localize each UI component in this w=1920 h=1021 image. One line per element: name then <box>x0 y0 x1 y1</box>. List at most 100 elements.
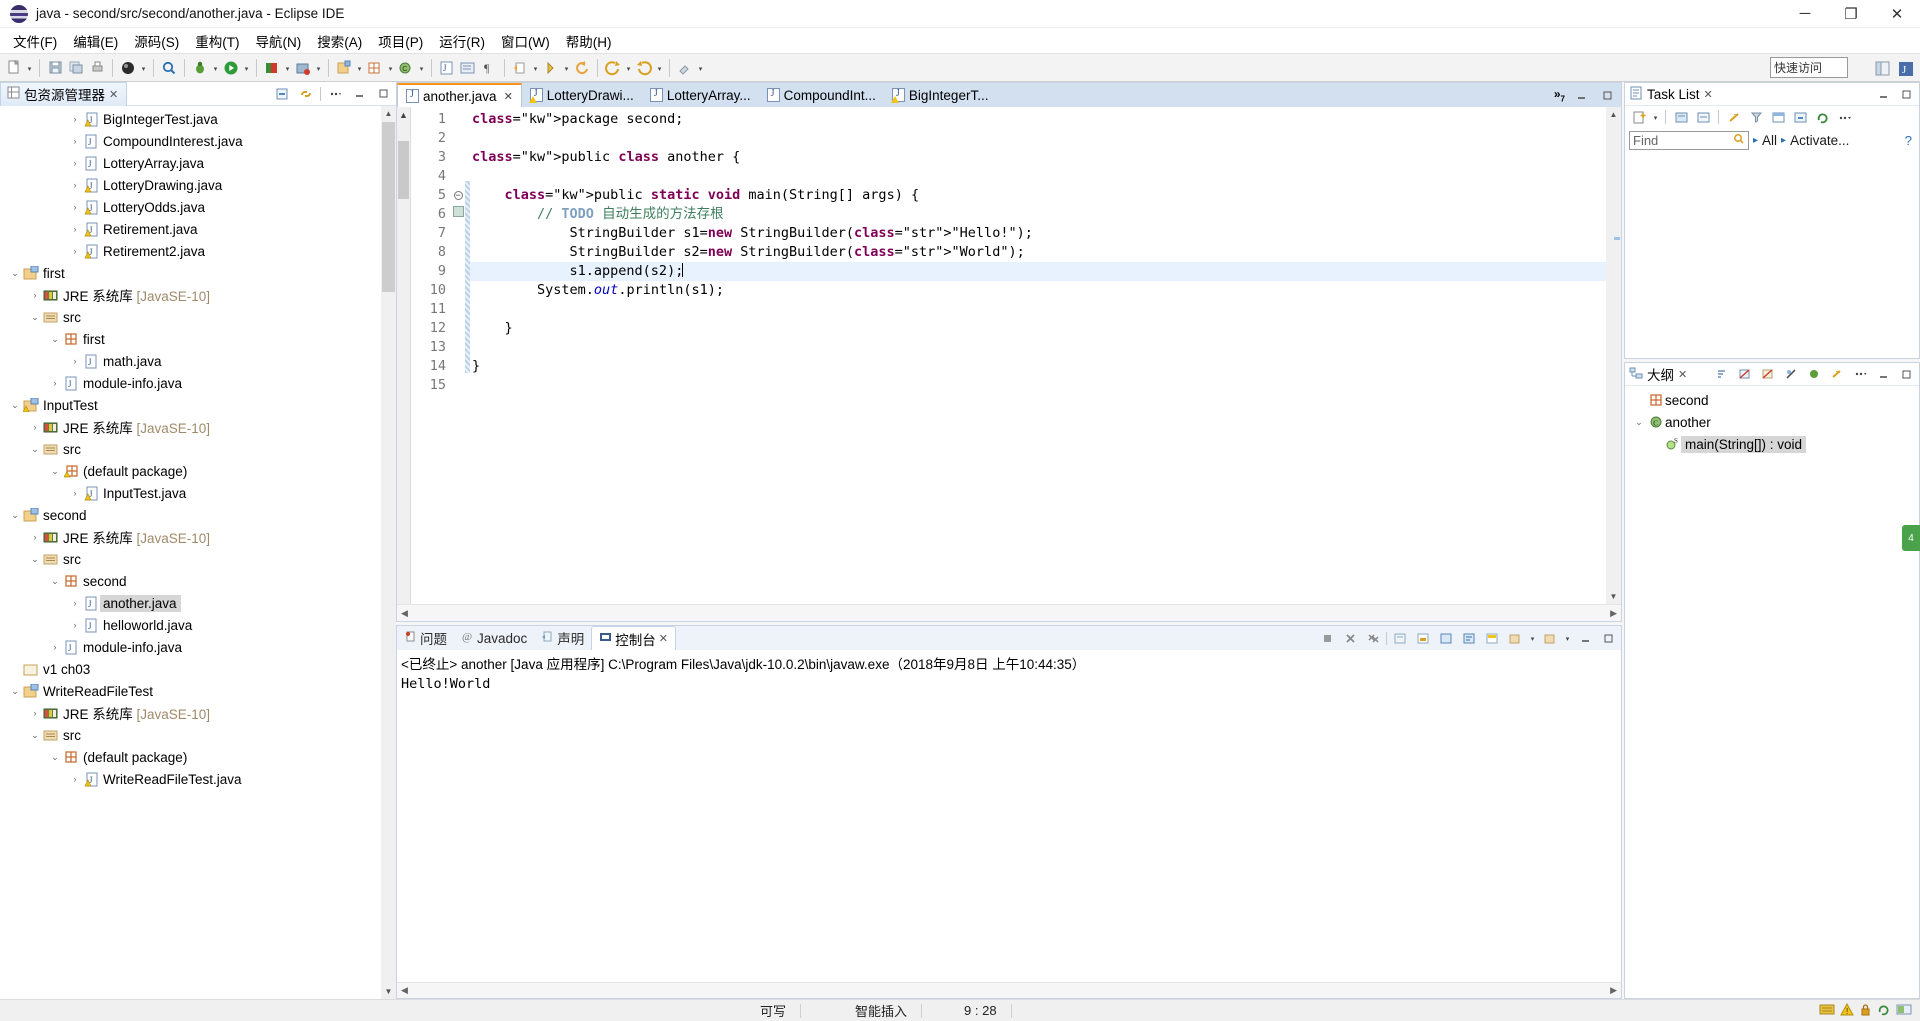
collapse-all-tasks-icon[interactable] <box>1790 106 1810 128</box>
editor-tab-another-java[interactable]: another.java ✕ <box>397 83 522 107</box>
code-line[interactable]: System.out.println(s1); <box>470 281 1606 300</box>
search-icon[interactable] <box>1733 133 1745 148</box>
minimize-console-icon[interactable] <box>1575 627 1595 649</box>
tree-item-second[interactable]: ⌄ second <box>0 504 396 526</box>
code-line[interactable]: } <box>470 357 1606 376</box>
tree-twisty-icon[interactable]: › <box>68 202 82 212</box>
sync-icon[interactable] <box>1877 1003 1891 1019</box>
console-tab-console[interactable]: 控制台 ✕ <box>591 626 677 650</box>
tree-item-module-info-java[interactable]: › Jmodule-info.java <box>0 636 396 658</box>
tree-item-default-package[interactable]: ⌄ (default package) <box>0 746 396 768</box>
tree-item-module-info-java[interactable]: › Jmodule-info.java <box>0 372 396 394</box>
forward-dropdown-icon[interactable]: ▾ <box>655 57 664 79</box>
tree-twisty-icon[interactable]: ⌄ <box>28 554 42 565</box>
prev-annotation-dropdown-icon[interactable]: ▾ <box>562 57 571 79</box>
code-line[interactable]: class="kw">public class another { <box>470 148 1606 167</box>
menu-run[interactable]: 运行(R) <box>432 29 492 53</box>
tree-twisty-icon[interactable]: ⌄ <box>28 312 42 323</box>
code-line[interactable] <box>470 300 1606 319</box>
menu-search[interactable]: 搜索(A) <box>310 29 369 53</box>
keyboard-icon[interactable] <box>1819 1003 1835 1019</box>
editor-overview-gutter[interactable]: ▲ <box>397 107 411 604</box>
new-class-dropdown-icon[interactable]: ▾ <box>417 57 426 79</box>
new-class-icon[interactable]: C <box>396 57 416 79</box>
task-list-body[interactable] <box>1625 152 1919 358</box>
tree-item-bigintegertest-java[interactable]: › J BigIntegerTest.java <box>0 108 396 130</box>
console-output-area[interactable]: <已终止> another [Java 应用程序] C:\Program Fil… <box>397 650 1621 982</box>
maximize-button[interactable]: ❐ <box>1828 0 1874 28</box>
scroll-down-arrow-icon[interactable]: ▼ <box>381 984 396 999</box>
outline-twisty-icon[interactable]: ⌄ <box>1631 417 1647 428</box>
pin-icon[interactable] <box>675 57 695 79</box>
tree-item-default-package[interactable]: ⌄ (default package) <box>0 460 396 482</box>
tree-twisty-icon[interactable]: › <box>68 598 82 608</box>
editor-tab-lotterydrawing[interactable]: LotteryDrawi... <box>522 83 642 107</box>
open-search-icon[interactable] <box>458 57 478 79</box>
toggle-mark-occurrences-icon[interactable]: ¶ <box>479 57 499 79</box>
tree-item-src[interactable]: ⌄ src <box>0 306 396 328</box>
new-dropdown-icon[interactable]: ▾ <box>25 57 34 79</box>
scrollbar-thumb[interactable] <box>382 122 395 292</box>
hide-static-icon[interactable] <box>1758 363 1778 385</box>
gutter-thumb[interactable] <box>398 141 409 199</box>
word-wrap-icon[interactable] <box>1459 627 1479 649</box>
tree-item-writereadfiletest-java[interactable]: › J WriteReadFileTest.java <box>0 768 396 790</box>
task-list-close-icon[interactable]: ✕ <box>1704 88 1713 101</box>
scroll-lock-icon[interactable] <box>1413 627 1433 649</box>
code-line[interactable]: class="kw">package second; <box>470 110 1606 129</box>
menu-file[interactable]: 文件(F) <box>6 29 64 53</box>
tree-item-second[interactable]: ⌄ second <box>0 570 396 592</box>
package-explorer-scrollbar[interactable]: ▲ ▼ <box>381 106 396 999</box>
run-dropdown-icon[interactable]: ▾ <box>242 57 251 79</box>
focus-on-workweek-icon[interactable] <box>1724 106 1744 128</box>
prev-annotation-icon[interactable] <box>541 57 561 79</box>
outline-item-another[interactable]: ⌄ Canother <box>1625 411 1919 433</box>
search-icon[interactable] <box>159 57 179 79</box>
new-icon[interactable] <box>4 57 24 79</box>
package-explorer-close-icon[interactable]: ✕ <box>109 88 118 101</box>
new-task-dropdown-icon[interactable]: ▾ <box>1651 106 1660 128</box>
folding-ruler[interactable]: − <box>451 107 465 604</box>
tree-twisty-icon[interactable]: ⌄ <box>28 730 42 741</box>
outline-tree[interactable]: second ⌄ Canother Smain(String[]) : void <box>1625 386 1919 998</box>
open-console-dropdown-icon[interactable]: ▾ <box>1528 627 1537 649</box>
quick-fix-dropdown-icon[interactable]: ▾ <box>139 57 148 79</box>
console-tab-close-icon[interactable]: ✕ <box>659 632 668 645</box>
console-tab-javadoc[interactable]: @ Javadoc <box>454 626 534 650</box>
tree-twisty-icon[interactable]: › <box>68 620 82 630</box>
editor-hscroll-right-icon[interactable]: ▶ <box>1610 608 1617 619</box>
tree-twisty-icon[interactable]: › <box>68 488 82 498</box>
code-line[interactable]: class="kw">public static void main(Strin… <box>470 186 1606 205</box>
tree-twisty-icon[interactable]: › <box>68 224 82 234</box>
maximize-outline-icon[interactable] <box>1896 363 1916 385</box>
next-annotation-icon[interactable] <box>510 57 530 79</box>
tree-twisty-icon[interactable]: › <box>48 642 62 652</box>
menu-navigate[interactable]: 导航(N) <box>249 29 309 53</box>
code-line[interactable]: StringBuilder s2=new StringBuilder(class… <box>470 243 1606 262</box>
code-line[interactable] <box>470 376 1606 395</box>
remove-all-launches-icon[interactable] <box>1363 627 1383 649</box>
editor-hscroll-left-icon[interactable]: ◀ <box>401 608 408 619</box>
code-line[interactable] <box>470 129 1606 148</box>
task-activate-link[interactable]: Activate... <box>1790 133 1849 148</box>
editor-text-area[interactable]: ▲ 1 2 3 4 5 6 7 8 9 10 11 12 13 14 15 − class="kw">pac… <box>397 107 1621 604</box>
package-explorer-tab[interactable]: 包资源管理器 ✕ <box>0 81 128 106</box>
package-explorer-tree[interactable]: › J BigIntegerTest.java › J CompoundInterest.… <box>0 106 396 999</box>
outline-close-icon[interactable]: ✕ <box>1678 368 1687 381</box>
tree-twisty-icon[interactable]: › <box>68 246 82 256</box>
editor-tab-overflow-button[interactable]: »7 <box>1554 87 1565 103</box>
link-with-editor-icon[interactable] <box>296 83 316 105</box>
maximize-view-icon[interactable] <box>373 83 393 105</box>
open-perspective-icon[interactable] <box>1873 58 1893 80</box>
tree-twisty-icon[interactable]: › <box>48 378 62 388</box>
editor-vertical-scrollbar[interactable]: ▲ ▼ <box>1606 107 1621 604</box>
tree-item-helloworld-java[interactable]: › Jhelloworld.java <box>0 614 396 636</box>
maximize-task-list-icon[interactable] <box>1896 83 1916 105</box>
editor-horizontal-scrollbar[interactable]: ◀ ▶ <box>397 604 1621 621</box>
console-horizontal-scrollbar[interactable]: ◀ ▶ <box>397 982 1621 998</box>
debug-icon[interactable] <box>190 57 210 79</box>
outline-item-second[interactable]: second <box>1625 389 1919 411</box>
new-task-icon[interactable] <box>1629 106 1649 128</box>
tree-item-compoundinterest-java[interactable]: › J CompoundInterest.java <box>0 130 396 152</box>
new-java-project-icon[interactable] <box>334 57 354 79</box>
